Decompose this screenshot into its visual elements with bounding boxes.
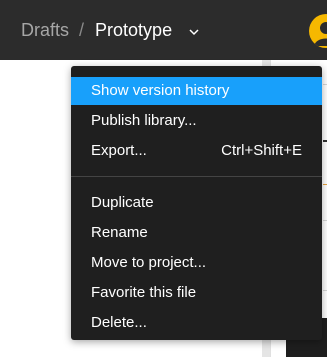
menu-item-label: Duplicate (91, 194, 154, 211)
menu-item-duplicate[interactable]: Duplicate (71, 189, 322, 217)
panel-divider (323, 220, 327, 221)
menu-item-label: Export... (91, 142, 147, 159)
menu-item-shortcut: Ctrl+Shift+E (221, 142, 302, 159)
menu-item-publish-library[interactable]: Publish library... (71, 107, 322, 135)
panel-divider (323, 140, 327, 142)
user-avatar-icon[interactable] (309, 14, 327, 48)
menu-item-favorite-this-file[interactable]: Favorite this file (71, 279, 322, 307)
top-bar: Drafts / Prototype (0, 0, 327, 60)
menu-item-export[interactable]: Export... Ctrl+Shift+E (71, 137, 322, 165)
menu-divider (71, 176, 322, 177)
menu-item-label: Favorite this file (91, 284, 197, 301)
menu-item-label: Show version history (91, 82, 230, 99)
file-name-title[interactable]: Prototype (95, 19, 172, 41)
menu-item-show-version-history[interactable]: Show version history (71, 77, 322, 105)
chevron-down-icon[interactable] (188, 28, 200, 36)
breadcrumb-drafts-link[interactable]: Drafts (21, 19, 69, 41)
panel-divider (323, 184, 327, 185)
breadcrumb: Drafts / Prototype (21, 19, 172, 41)
menu-item-label: Publish library... (91, 112, 197, 129)
panel-divider (323, 290, 327, 291)
menu-item-label: Delete... (91, 314, 147, 331)
menu-item-move-to-project[interactable]: Move to project... (71, 249, 322, 277)
breadcrumb-separator: / (79, 20, 85, 40)
menu-item-label: Rename (91, 224, 148, 241)
menu-item-label: Move to project... (91, 254, 207, 271)
panel-divider (323, 84, 327, 85)
file-dropdown-menu: Show version history Publish library... … (71, 66, 322, 340)
menu-item-rename[interactable]: Rename (71, 219, 322, 247)
menu-item-delete[interactable]: Delete... (71, 309, 322, 337)
